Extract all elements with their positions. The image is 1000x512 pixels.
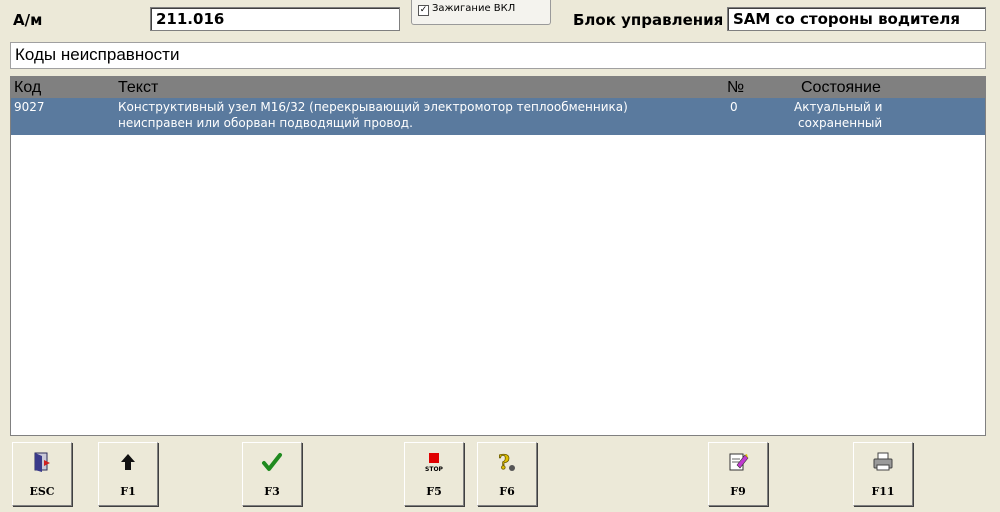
ignition-indicator: ✓ Зажигание ВКЛ — [411, 0, 551, 25]
f6-button[interactable]: ? F6 — [477, 442, 537, 506]
cell-text-line2: неисправен или оборван подводящий провод… — [118, 116, 413, 130]
f11-button[interactable]: F11 — [853, 442, 913, 506]
printer-icon — [854, 451, 912, 473]
f5-key-label: F5 — [426, 485, 442, 498]
f3-key-label: F3 — [264, 485, 280, 498]
f1-button[interactable]: F1 — [98, 442, 158, 506]
f1-key-label: F1 — [120, 485, 136, 498]
f9-button[interactable]: F9 — [708, 442, 768, 506]
checkmark-icon — [243, 451, 301, 473]
f11-key-label: F11 — [871, 485, 895, 498]
control-unit-field: SAM со стороны водителя — [727, 7, 986, 31]
f6-key-label: F6 — [499, 485, 515, 498]
svg-text:?: ? — [498, 451, 510, 474]
fault-codes-table[interactable]: Код Текст № Состояние 9027 Конструктивны… — [10, 76, 986, 436]
exit-door-icon — [13, 451, 71, 473]
cell-code: 9027 — [14, 100, 45, 114]
cell-state-line2: сохраненный — [798, 116, 883, 130]
column-header-state: Состояние — [801, 79, 881, 96]
table-header: Код Текст № Состояние — [11, 77, 985, 98]
vehicle-label: А/м — [13, 11, 43, 29]
arrow-up-icon — [99, 451, 157, 473]
cell-text-line1: Конструктивный узел M16/32 (перекрывающи… — [118, 100, 628, 114]
ignition-label: Зажигание ВКЛ — [432, 3, 516, 14]
f3-button[interactable]: F3 — [242, 442, 302, 506]
cell-number: 0 — [730, 100, 738, 114]
column-header-text: Текст — [118, 79, 159, 96]
stop-icon: STOP — [405, 451, 463, 473]
column-header-number: № — [727, 79, 745, 96]
f9-key-label: F9 — [730, 485, 746, 498]
stop-icon-text: STOP — [425, 466, 444, 473]
esc-key-label: ESC — [29, 485, 55, 498]
cell-state-line1: Актуальный и — [794, 100, 883, 114]
control-unit-label: Блок управления — [573, 11, 724, 29]
edit-document-icon — [709, 451, 767, 473]
checkbox-icon: ✓ — [418, 5, 429, 16]
esc-button[interactable]: ESC — [12, 442, 72, 506]
vehicle-field: 211.016 — [150, 7, 400, 31]
section-title: Коды неисправности — [10, 42, 986, 69]
table-row[interactable]: 9027 Конструктивный узел M16/32 (перекры… — [11, 98, 985, 135]
f5-button[interactable]: STOP F5 — [404, 442, 464, 506]
column-header-code: Код — [14, 79, 42, 96]
help-question-icon: ? — [478, 450, 536, 474]
